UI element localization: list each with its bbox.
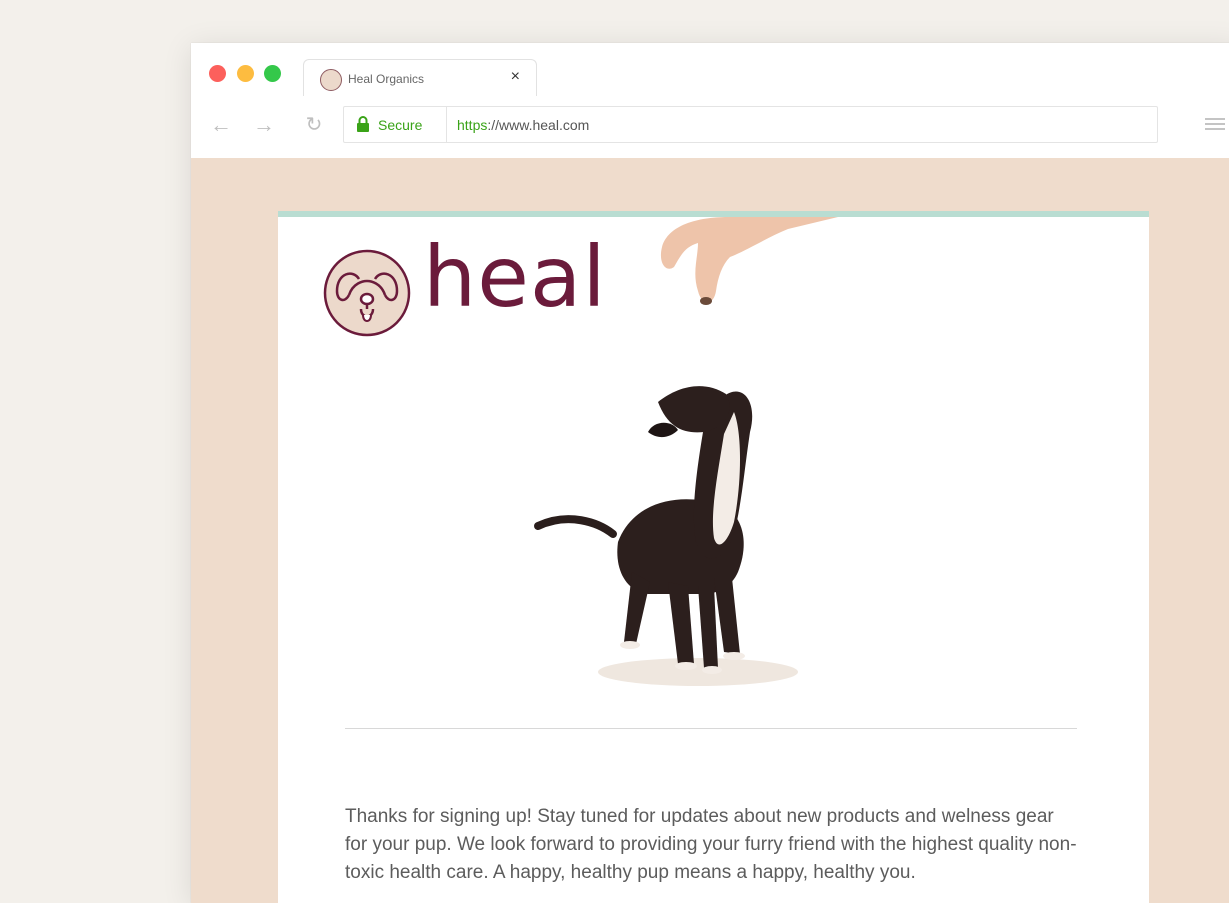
close-window-button[interactable] [209, 65, 226, 82]
hand-treat-illustration [660, 217, 838, 305]
minimize-window-button[interactable] [237, 65, 254, 82]
hamburger-menu-icon[interactable] [1205, 118, 1225, 132]
address-bar[interactable]: Secure https://www.heal.com [343, 106, 1158, 143]
browser-window: Heal Organics × ← → ↻ Secure https://www… [191, 43, 1229, 903]
secure-label: Secure [378, 117, 423, 133]
tab-title: Heal Organics [348, 72, 425, 86]
brand-wordmark: heal [423, 228, 607, 326]
section-divider [345, 728, 1077, 729]
maximize-window-button[interactable] [264, 65, 281, 82]
reload-icon[interactable]: ↻ [299, 110, 329, 140]
email-card: heal Thanks for signing up! Stay tuned f… [278, 211, 1149, 903]
puppy-illustration [534, 386, 798, 686]
back-arrow-icon[interactable]: ← [206, 110, 236, 140]
url-text[interactable]: https://www.heal.com [457, 117, 589, 133]
tab-strip: Heal Organics × [191, 43, 1229, 98]
tab-heal-organics[interactable]: Heal Organics × [303, 59, 537, 98]
secure-indicator[interactable]: Secure [344, 107, 447, 142]
url-rest: ://www.heal.com [487, 117, 590, 133]
welcome-message: Thanks for signing up! Stay tuned for up… [345, 806, 1077, 883]
url-scheme: https [457, 117, 488, 133]
favicon-icon [320, 69, 342, 91]
forward-arrow-icon[interactable]: → [249, 110, 279, 140]
tab-close-icon[interactable]: × [511, 68, 520, 86]
lock-icon [357, 116, 369, 132]
browser-toolbar: ← → ↻ Secure https://www.heal.com [191, 96, 1229, 158]
page-viewport: heal Thanks for signing up! Stay tuned f… [191, 158, 1229, 903]
heal-dog-logo-icon [323, 249, 411, 337]
